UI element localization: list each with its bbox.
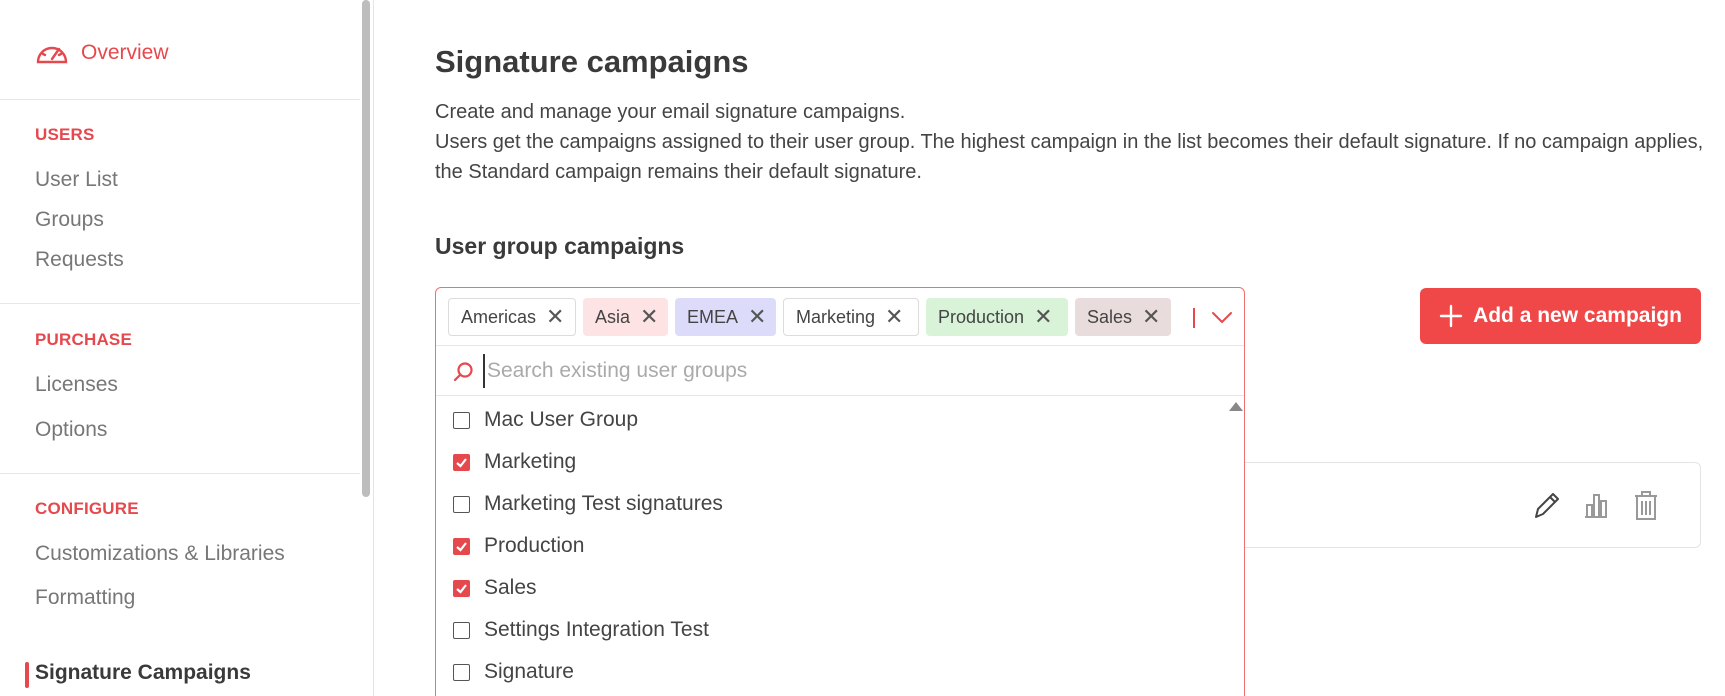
tag-americas: Americas ✕ [448,298,576,336]
page-title: Signature campaigns [435,44,749,79]
sidebar-item-options[interactable]: Options [35,418,107,442]
tag-label: EMEA [687,306,739,327]
pencil-icon[interactable] [1532,489,1560,521]
sidebar: Overview USERS User List Groups Requests… [0,0,374,696]
option-label: Marketing [484,450,577,473]
tag-label: Asia [595,306,631,327]
sidebar-item-user-list[interactable]: User List [35,168,118,192]
section-title-configure: CONFIGURE [35,499,139,518]
section-title-users: USERS [35,125,95,144]
option-mac-user-group[interactable]: Mac User Group [453,405,638,435]
checkbox[interactable] [453,453,470,471]
active-indicator [25,662,29,688]
description-line-1: Create and manage your email signature c… [435,101,906,123]
checkbox[interactable] [453,537,470,555]
tag-emea: EMEA ✕ [675,298,776,336]
sidebar-item-groups[interactable]: Groups [35,208,104,232]
scroll-up-icon[interactable] [1229,402,1243,411]
tag-label: Americas [461,306,537,327]
option-label: Signature [484,660,574,683]
section-title-purchase: PURCHASE [35,330,133,349]
sidebar-item-signature-campaigns[interactable]: Signature Campaigns [35,661,251,685]
option-label: Mac User Group [484,408,639,431]
remove-tag-icon[interactable]: ✕ [546,306,564,328]
page-description: Create and manage your email signature c… [435,97,1705,187]
checkbox[interactable] [453,579,470,597]
description-line-2: Users get the campaigns assigned to thei… [435,131,1704,183]
tag-label: Sales [1087,306,1133,327]
chevron-down-icon[interactable] [1209,304,1235,330]
check-icon [456,457,467,468]
separator [1193,308,1195,328]
search-input[interactable] [483,354,1223,388]
add-campaign-label: Add a new campaign [1473,304,1682,327]
remove-tag-icon[interactable]: ✕ [640,306,658,328]
divider [0,473,360,474]
option-settings-integration-test[interactable]: Settings Integration Test [453,615,709,645]
section-subtitle: User group campaigns [435,233,685,259]
option-sales[interactable]: Sales [453,573,537,603]
sidebar-item-formatting[interactable]: Formatting [35,586,135,610]
search-row [436,346,1244,396]
user-group-multiselect[interactable]: Americas ✕ Asia ✕ EMEA ✕ Marketing ✕ Pro… [435,287,1245,696]
tag-label: Marketing [796,306,876,327]
divider [0,303,360,304]
add-campaign-button[interactable]: Add a new campaign [1420,288,1701,344]
sidebar-item-overview[interactable]: Overview [35,40,169,66]
remove-tag-icon[interactable]: ✕ [1034,306,1052,328]
card-actions [1532,489,1660,521]
option-production[interactable]: Production [453,531,584,561]
option-label: Settings Integration Test [484,618,709,641]
sidebar-item-label: Overview [81,41,169,64]
tag-asia: Asia ✕ [583,298,668,336]
option-label: Production [484,534,585,557]
checkbox[interactable] [453,621,470,639]
bar-chart-icon[interactable] [1582,489,1610,521]
check-icon [456,541,467,552]
divider [0,99,360,100]
check-icon [456,583,467,594]
tag-production: Production ✕ [926,298,1068,336]
plus-icon [1439,304,1463,328]
speedometer-icon [36,46,68,64]
checkbox[interactable] [453,495,470,513]
trash-icon[interactable] [1632,489,1660,521]
tag-marketing: Marketing ✕ [783,298,919,336]
remove-tag-icon[interactable]: ✕ [885,306,903,328]
selected-tags: Americas ✕ Asia ✕ EMEA ✕ Marketing ✕ Pro… [436,288,1244,346]
checkbox[interactable] [453,411,470,429]
option-label: Sales [484,576,537,599]
tag-sales: Sales ✕ [1075,298,1171,336]
checkbox[interactable] [453,663,470,681]
remove-tag-icon[interactable]: ✕ [1142,306,1160,328]
main-content: Signature campaigns Create and manage yo… [374,0,1725,696]
tag-label: Production [938,306,1025,327]
option-marketing[interactable]: Marketing [453,447,576,477]
sidebar-item-requests[interactable]: Requests [35,248,124,272]
search-icon [453,362,473,382]
option-label: Marketing Test signatures [484,492,723,515]
remove-tag-icon[interactable]: ✕ [748,306,766,328]
sidebar-item-customizations[interactable]: Customizations & Libraries [35,542,285,566]
sidebar-item-licenses[interactable]: Licenses [35,373,118,397]
option-signature[interactable]: Signature [453,657,574,687]
sidebar-scrollbar[interactable] [362,0,370,497]
option-marketing-test-signatures[interactable]: Marketing Test signatures [453,489,723,519]
